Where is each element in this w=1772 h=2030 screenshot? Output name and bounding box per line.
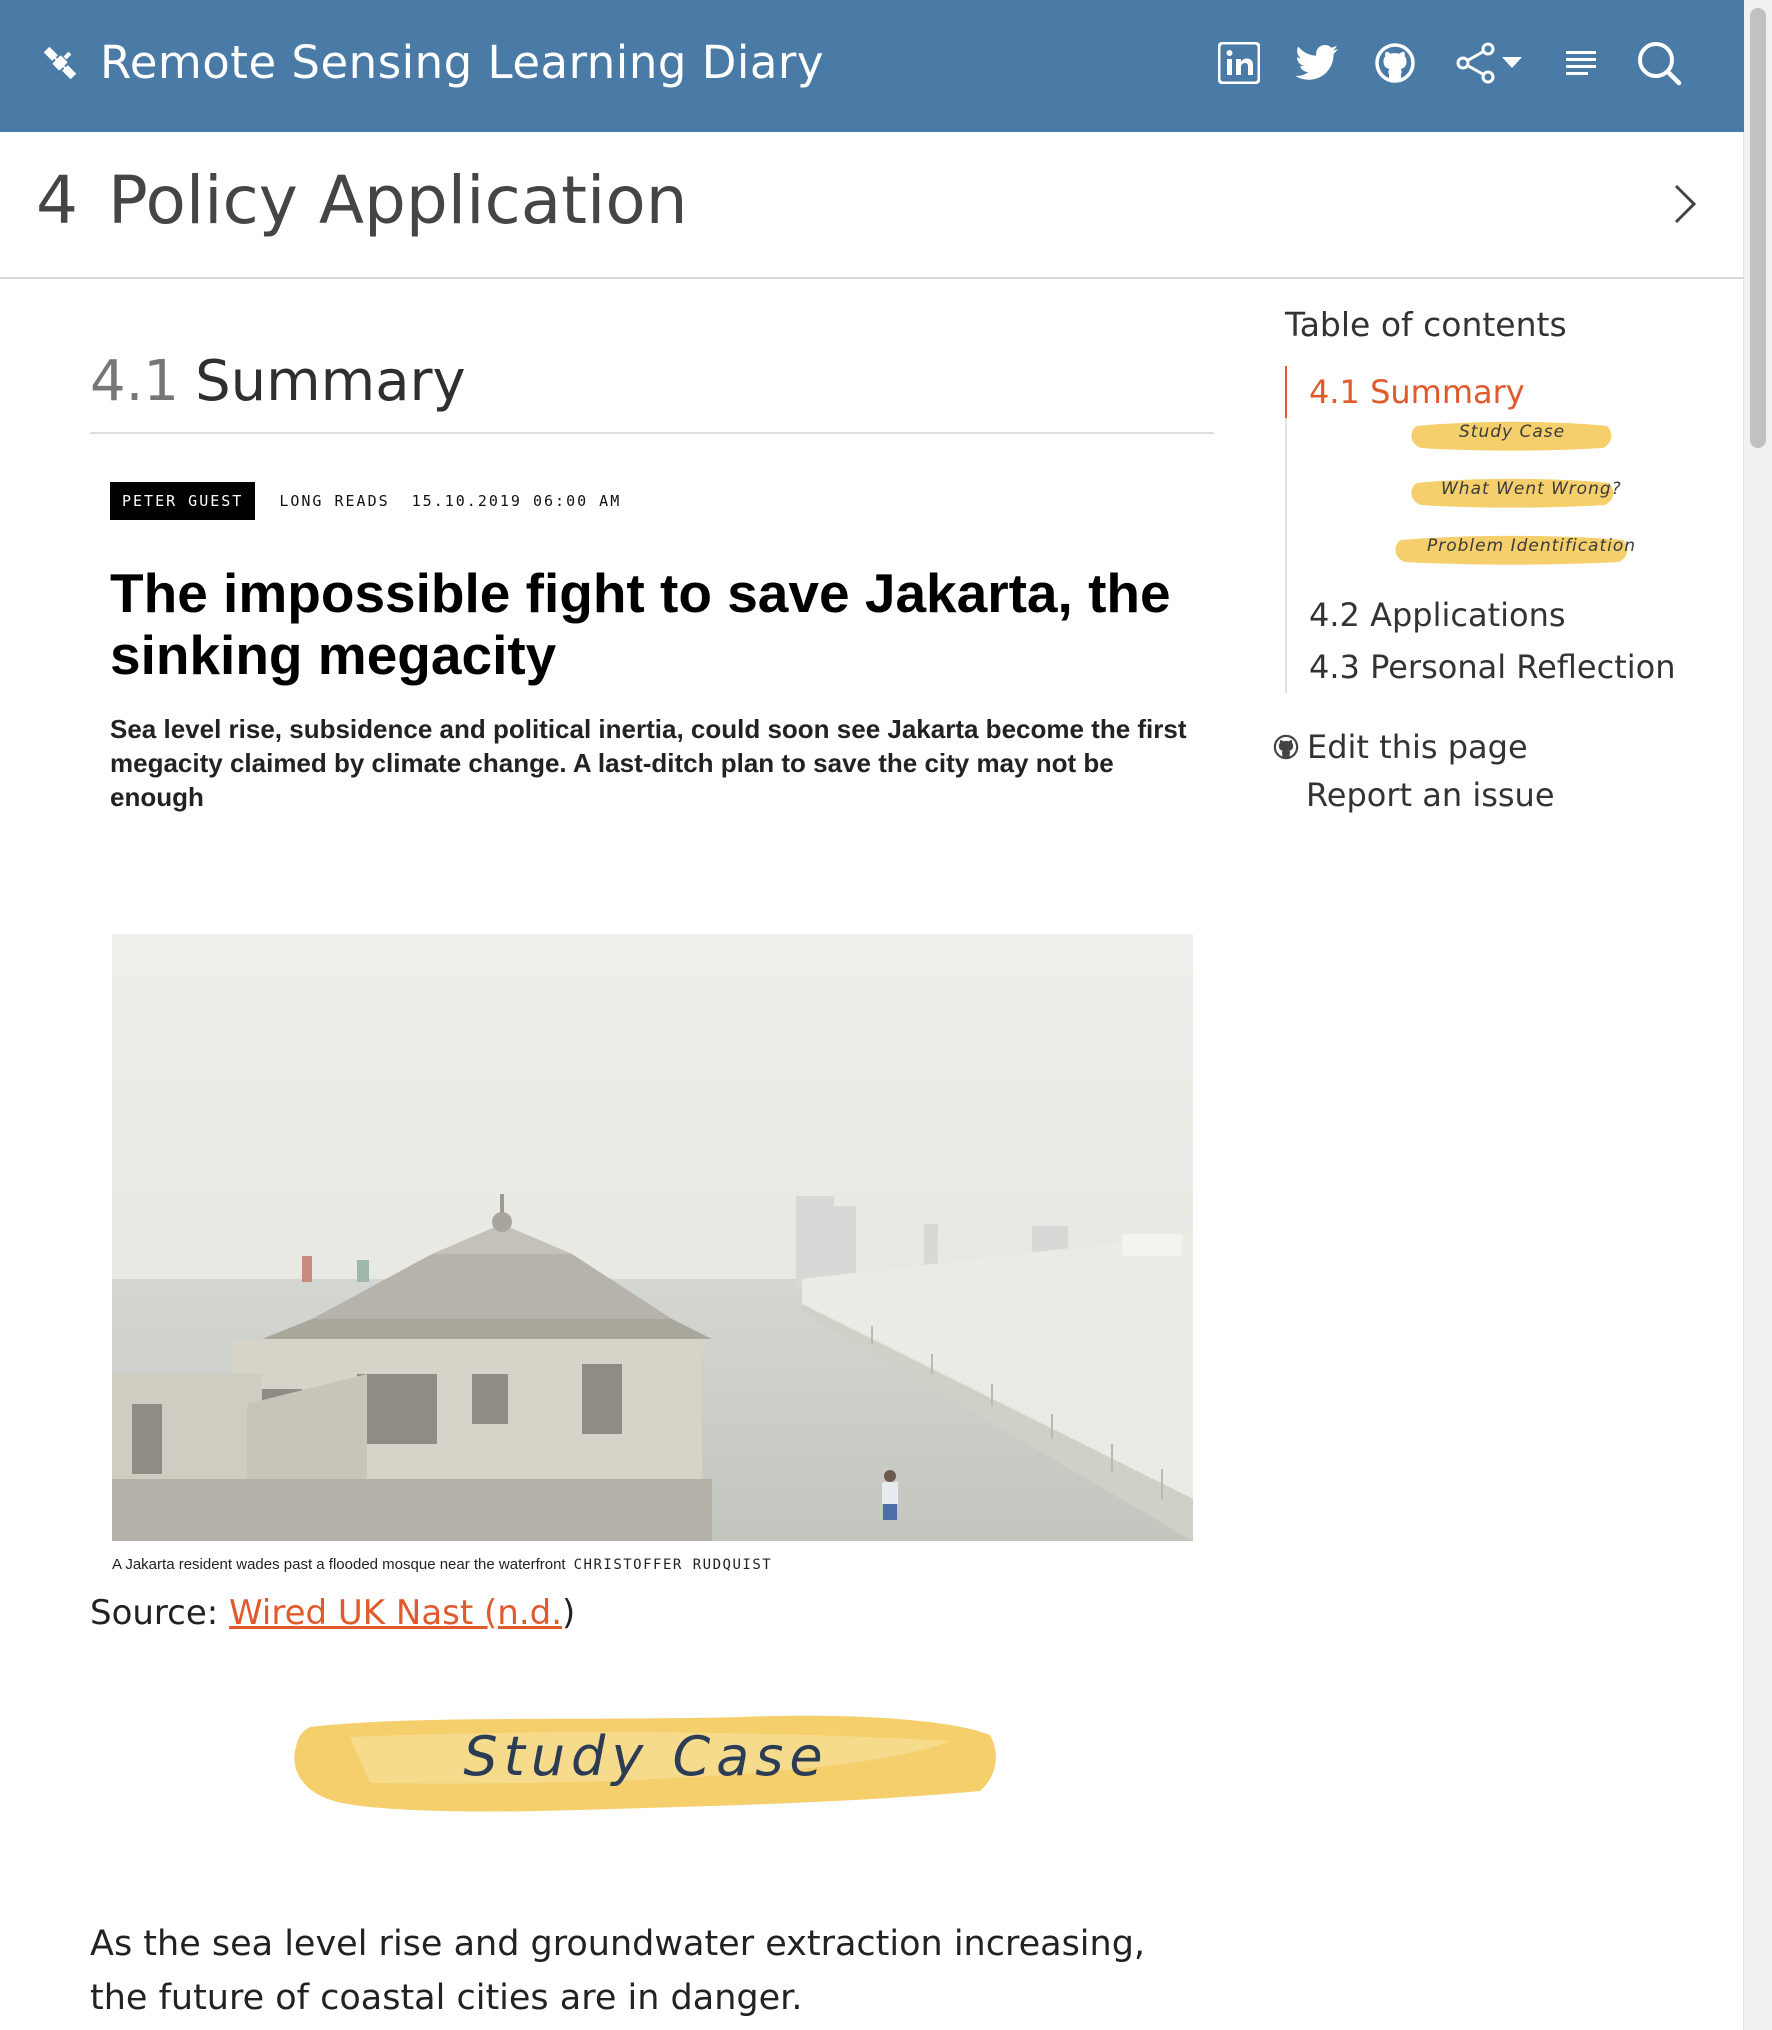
twitter-icon[interactable] [1292, 38, 1342, 88]
scrollbar-thumb[interactable] [1750, 8, 1766, 448]
section-title: Summary [195, 349, 466, 414]
toc-title: Table of contents [1285, 305, 1567, 344]
search-icon[interactable] [1634, 38, 1684, 88]
chevron-down-icon[interactable] [1502, 57, 1522, 69]
author-badge: PETER GUEST [110, 482, 256, 520]
edit-page-label[interactable]: Edit this page [1307, 723, 1528, 771]
toc-actions: Edit this page Report an issue [1273, 723, 1705, 819]
toc-active-indicator [1285, 366, 1287, 418]
toc-sub-label[interactable]: Study Case [1459, 422, 1565, 442]
body-paragraph: As the sea level rise and groundwater ex… [90, 1924, 1146, 2018]
main-content: 4.1 Summary PETER GUEST LONG READS 15.10.… [90, 277, 1214, 2018]
article-datetime: 15.10.2019 06:00 AM [411, 492, 622, 510]
chapter-title-bar: 4 Policy Application [0, 132, 1744, 279]
study-case-label: Study Case [463, 1725, 829, 1788]
source-link[interactable]: Wired UK Nast (n.d. [229, 1593, 562, 1633]
flooded-mosque-photo [112, 934, 1193, 1541]
page-scrollbar[interactable] [1743, 0, 1772, 2030]
navbar-tools [1186, 38, 1684, 88]
chapter-number: 4 [36, 162, 78, 239]
toc-item-summary[interactable]: 4.1 Summary [1309, 366, 1705, 418]
page-title: 4 Policy Application [36, 162, 688, 239]
site-brand[interactable]: Remote Sensing Learning Diary [36, 36, 824, 89]
toc-item-applications[interactable]: 4.2 Applications [1309, 589, 1705, 641]
article-category: LONG READS [279, 492, 390, 510]
article-clipping: PETER GUEST LONG READS 15.10.2019 06:00 … [110, 482, 1195, 814]
chevron-right-icon[interactable] [1670, 182, 1700, 226]
source-prefix: Source: [90, 1593, 230, 1633]
report-issue-label[interactable]: Report an issue [1306, 771, 1555, 819]
report-issue-link[interactable]: Report an issue [1285, 771, 1705, 819]
toc-sub-study-case[interactable]: Study Case [1309, 418, 1705, 475]
github-icon[interactable] [1370, 38, 1420, 88]
top-navbar: Remote Sensing Learning Diary [0, 0, 1744, 132]
edit-page-link[interactable]: Edit this page [1273, 723, 1705, 771]
photo-caption: A Jakarta resident wades past a flooded … [112, 1556, 772, 1573]
table-of-contents: Table of contents 4.1 Summary Study Case… [1273, 305, 1705, 819]
satellite-icon [43, 46, 77, 79]
photo-credit: CHRISTOFFER RUDQUIST [573, 1557, 773, 1573]
toc-sub-label[interactable]: What Went Wrong? [1441, 479, 1622, 499]
toc-sub-what-went-wrong[interactable]: What Went Wrong? [1309, 475, 1705, 532]
toc-item-personal-reflection[interactable]: 4.3 Personal Reflection [1309, 641, 1705, 693]
site-title[interactable]: Remote Sensing Learning Diary [100, 36, 824, 89]
chapter-title-text: Policy Application [108, 162, 688, 239]
section-number: 4.1 [90, 349, 180, 414]
toc-sub-label[interactable]: Problem Identification [1427, 536, 1636, 556]
section-heading: 4.1 Summary [90, 349, 1214, 434]
linkedin-icon[interactable] [1214, 38, 1264, 88]
caption-text: A Jakarta resident wades past a flooded … [112, 1556, 566, 1573]
article-dek: Sea level rise, subsidence and political… [110, 714, 1187, 812]
toc-sub-problem-identification[interactable]: Problem Identification [1309, 532, 1705, 589]
study-case-heading: Study Case [290, 1707, 1002, 1819]
article-headline: The impossible fight to save Jakarta, th… [110, 562, 1171, 686]
article-meta: PETER GUEST LONG READS 15.10.2019 06:00 … [110, 482, 1195, 520]
toc-list: 4.1 Summary Study Case What Went Wrong? … [1285, 366, 1705, 693]
toc-icon[interactable] [1556, 38, 1606, 88]
source-line: Source: Wired UK Nast (n.d.) [90, 1593, 575, 1633]
share-icon[interactable] [1448, 38, 1528, 88]
github-icon [1273, 734, 1299, 760]
source-suffix: ) [562, 1593, 576, 1633]
